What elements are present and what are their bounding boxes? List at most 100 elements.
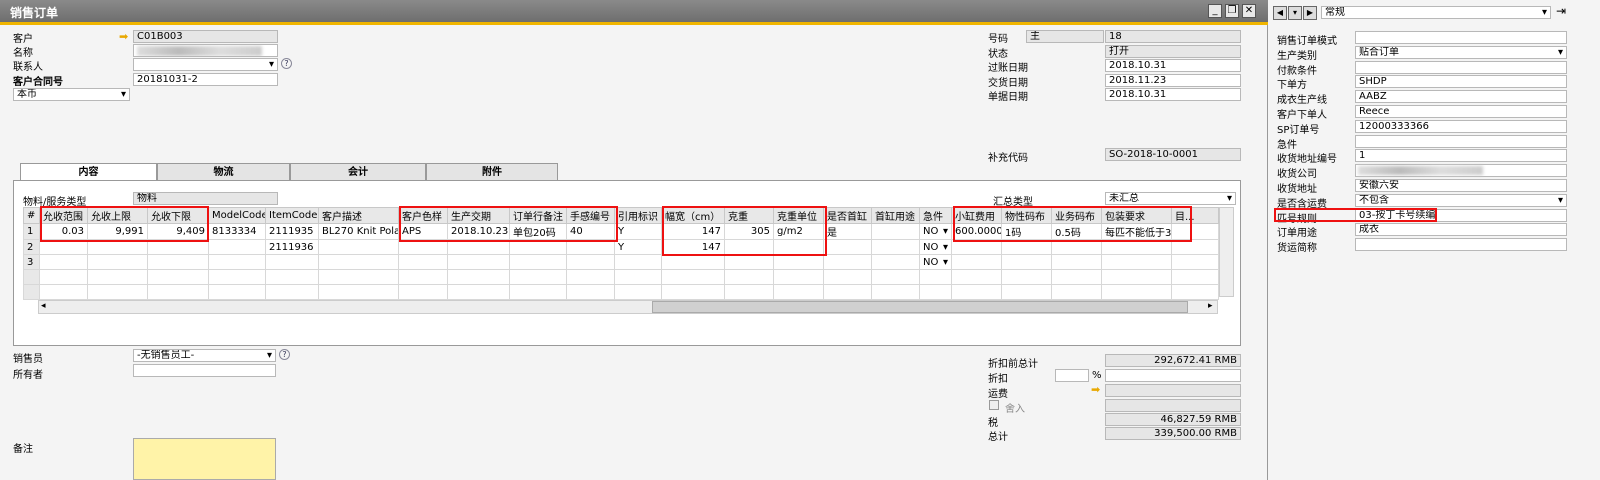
table-cell[interactable] xyxy=(1001,239,1052,255)
side-field-value[interactable]: AABZ xyxy=(1355,90,1567,104)
table-cell[interactable]: 9,991 xyxy=(87,223,148,240)
table-cell[interactable] xyxy=(509,284,567,300)
remarks-textarea[interactable] xyxy=(133,438,276,480)
empty-row[interactable] xyxy=(23,269,1219,285)
urgent-cell[interactable]: NO ▾ xyxy=(919,223,952,240)
table-cell[interactable] xyxy=(1001,269,1052,285)
table-cell[interactable] xyxy=(1051,254,1102,270)
table-cell[interactable] xyxy=(147,254,209,270)
table-cell[interactable] xyxy=(509,254,567,270)
supp-code-field[interactable]: SO-2018-10-0001 xyxy=(1105,148,1241,161)
table-cell[interactable] xyxy=(23,284,40,300)
table-cell[interactable]: 0.5码 xyxy=(1051,223,1102,240)
table-cell[interactable] xyxy=(39,284,88,300)
table-cell[interactable] xyxy=(661,284,725,300)
urgent-dropdown-icon[interactable]: ▾ xyxy=(943,242,948,253)
side-field-value[interactable]: 成衣 xyxy=(1355,223,1567,237)
table-cell[interactable] xyxy=(919,269,952,285)
series-field[interactable]: 主 xyxy=(1026,30,1104,43)
column-header[interactable]: 克重单位 xyxy=(773,207,824,224)
side-field-value[interactable]: 贴合订单 xyxy=(1355,45,1567,59)
table-cell[interactable] xyxy=(773,284,824,300)
table-cell[interactable] xyxy=(398,269,448,285)
table-cell[interactable] xyxy=(661,254,725,270)
column-header[interactable]: 急件 xyxy=(919,207,952,224)
table-cell[interactable] xyxy=(951,239,1002,255)
table-cell[interactable] xyxy=(1001,284,1052,300)
scroll-left-icon[interactable]: ◂ xyxy=(41,301,46,311)
scrollbar-thumb[interactable] xyxy=(652,301,1188,313)
table-cell[interactable] xyxy=(265,254,319,270)
column-header[interactable]: 首缸用途 xyxy=(871,207,920,224)
table-cell[interactable] xyxy=(87,254,148,270)
table-cell[interactable]: 0.03 xyxy=(39,223,88,240)
table-cell[interactable] xyxy=(398,239,448,255)
table-cell[interactable] xyxy=(398,284,448,300)
table-cell[interactable] xyxy=(447,239,510,255)
collapse-panel-icon[interactable]: ⇥ xyxy=(1556,4,1566,18)
table-cell[interactable]: Y xyxy=(614,223,662,240)
column-header[interactable]: 克重 xyxy=(724,207,774,224)
table-cell[interactable]: 2018.10.23 xyxy=(447,223,510,240)
table-cell[interactable] xyxy=(147,284,209,300)
tab-logistics[interactable]: 物流 xyxy=(157,163,290,181)
side-field-value[interactable]: 03-按丁卡号续编 xyxy=(1355,208,1567,222)
table-cell[interactable] xyxy=(1171,223,1219,240)
table-cell[interactable] xyxy=(147,269,209,285)
table-cell[interactable] xyxy=(23,269,40,285)
table-cell[interactable]: 305 xyxy=(724,223,774,240)
tab-accounting[interactable]: 会计 xyxy=(290,163,426,181)
side-field-value[interactable]: 安徽六安 xyxy=(1355,179,1567,192)
table-cell[interactable] xyxy=(447,269,510,285)
table-cell[interactable] xyxy=(1101,254,1172,270)
table-cell[interactable] xyxy=(724,269,774,285)
column-header[interactable]: 允收范围 xyxy=(39,207,88,224)
discount-percent-field[interactable] xyxy=(1055,369,1089,382)
table-cell[interactable] xyxy=(447,284,510,300)
summary-type-dropdown[interactable]: 未汇总 xyxy=(1105,192,1236,205)
owner-field[interactable] xyxy=(133,364,276,377)
column-header[interactable]: 业务码布 xyxy=(1051,207,1102,224)
customer-field[interactable]: C01B003 xyxy=(133,30,278,43)
item-type-field[interactable]: 物料 xyxy=(133,192,278,205)
table-cell[interactable] xyxy=(871,223,920,240)
column-header[interactable]: 订单行备注 xyxy=(509,207,567,224)
column-header[interactable]: 手感编号 xyxy=(566,207,615,224)
column-header[interactable]: 小缸费用 xyxy=(951,207,1002,224)
table-cell[interactable] xyxy=(39,239,88,255)
table-cell[interactable] xyxy=(773,239,824,255)
side-field-value[interactable]: 不包含 xyxy=(1355,193,1567,207)
table-cell[interactable] xyxy=(724,284,774,300)
table-cell[interactable]: Y xyxy=(614,239,662,255)
side-field-value[interactable] xyxy=(1355,31,1567,44)
table-cell[interactable] xyxy=(1101,239,1172,255)
table-cell[interactable]: BL270 Knit Polar xyxy=(318,223,399,240)
table-cell[interactable]: 147 xyxy=(661,239,725,255)
table-cell[interactable]: 2111936 xyxy=(265,239,319,255)
table-cell[interactable] xyxy=(318,269,399,285)
table-cell[interactable] xyxy=(823,269,872,285)
table-cell[interactable] xyxy=(823,254,872,270)
table-cell[interactable] xyxy=(724,254,774,270)
table-cell[interactable] xyxy=(773,254,824,270)
urgent-dropdown-icon[interactable]: ▾ xyxy=(943,226,948,237)
tab-content[interactable]: 内容 xyxy=(20,163,157,181)
freight-arrow-icon[interactable]: ➡ xyxy=(1091,383,1100,396)
table-cell[interactable] xyxy=(87,239,148,255)
table-cell[interactable] xyxy=(1171,239,1219,255)
table-cell[interactable]: 1码 xyxy=(1001,223,1052,240)
table-cell[interactable]: 单包20码 xyxy=(509,223,567,240)
table-cell[interactable] xyxy=(509,239,567,255)
side-field-value[interactable]: 12000333366 xyxy=(1355,119,1567,133)
table-cell[interactable] xyxy=(823,284,872,300)
grid-vertical-scrollbar[interactable] xyxy=(1219,207,1234,297)
table-cell[interactable] xyxy=(951,254,1002,270)
table-cell[interactable] xyxy=(265,284,319,300)
table-cell[interactable] xyxy=(773,269,824,285)
table-cell[interactable] xyxy=(1101,269,1172,285)
currency-dropdown[interactable]: 本币 xyxy=(13,88,130,101)
table-cell[interactable] xyxy=(147,239,209,255)
table-cell[interactable] xyxy=(318,284,399,300)
urgent-cell[interactable]: NO ▾ xyxy=(919,239,952,255)
column-header[interactable]: # xyxy=(23,207,40,224)
